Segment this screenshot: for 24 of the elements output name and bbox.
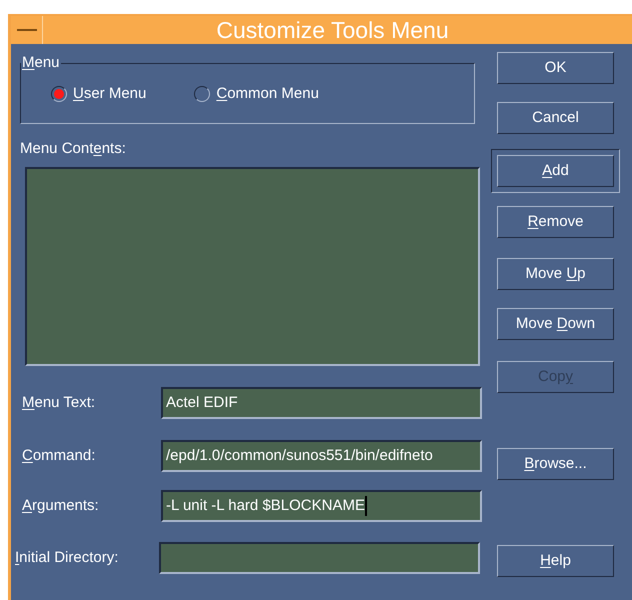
field-label: Menu Text: — [22, 392, 96, 413]
group-label: Menu — [21, 53, 61, 73]
field-label: Arguments: — [22, 496, 100, 516]
dialog-button[interactable]: Cancel — [497, 102, 614, 134]
dialog-button[interactable]: Add — [497, 155, 614, 187]
dialog-button[interactable]: Browse... — [497, 448, 614, 480]
radio-button[interactable] — [194, 86, 210, 102]
text-field[interactable]: -L unit -L hard $BLOCKNAME — [161, 490, 482, 522]
radio-option[interactable]: User Menu — [51, 82, 146, 105]
minus-icon — [16, 29, 36, 31]
dialog-button[interactable]: OK — [497, 52, 614, 84]
window-title: Customize Tools Menu — [215, 16, 450, 45]
text-field[interactable]: /epd/1.0/common/sunos551/bin/edifneto — [161, 440, 482, 472]
dialog-button[interactable]: Move Down — [497, 308, 614, 340]
list-label: Menu Contents: — [20, 139, 127, 158]
text-field[interactable]: Actel EDIF — [161, 387, 482, 419]
dialog-button[interactable]: Move Up — [497, 258, 614, 290]
dialog-button[interactable]: Help — [497, 545, 614, 577]
radio-button[interactable] — [51, 86, 67, 102]
text-field[interactable] — [159, 542, 480, 574]
radio-option[interactable]: Common Menu — [194, 82, 319, 105]
field-label: Command: — [22, 446, 96, 466]
dialog-button[interactable]: Remove — [497, 206, 614, 238]
field-label: Initial Directory: — [15, 548, 120, 568]
